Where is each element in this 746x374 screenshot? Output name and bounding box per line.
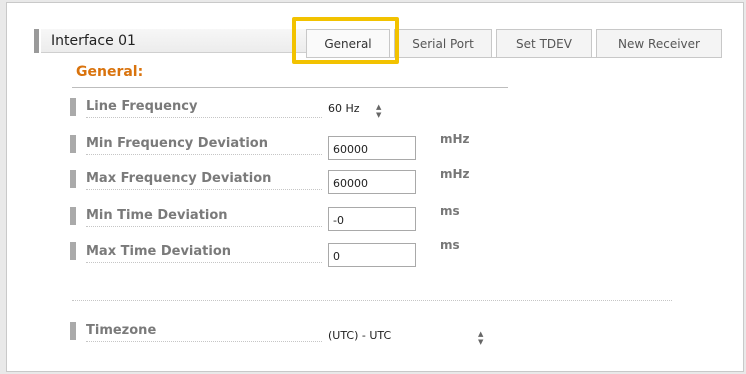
min-time-deviation-unit: ms [440,204,460,218]
interface-title: Interface 01 [41,29,306,53]
timezone-label: Timezone [86,323,322,342]
max-time-deviation-input[interactable]: 0 [328,243,416,267]
timezone-select[interactable]: (UTC) - UTC ▲ ▼ [328,329,483,349]
tab-set-tdev[interactable]: Set TDEV [496,29,592,57]
row-marker [70,135,76,153]
tab-serial-port[interactable]: Serial Port [394,29,492,57]
tab-new-receiver[interactable]: New Receiver [596,29,722,57]
row-marker [70,322,76,340]
min-frequency-deviation-unit: mHz [440,132,470,146]
general-tab-highlight [292,17,399,64]
min-time-deviation-label: Min Time Deviation [86,208,322,227]
max-frequency-deviation-unit: mHz [440,167,470,181]
up-down-arrows-icon[interactable]: ▲ ▼ [478,330,483,346]
line-frequency-value: 60 Hz [328,102,360,115]
row-marker [70,242,76,260]
line-frequency-label: Line Frequency [86,99,322,118]
min-frequency-deviation-input[interactable]: 60000 [328,136,416,160]
row-marker [70,98,76,116]
max-frequency-deviation-input[interactable]: 60000 [328,170,416,194]
max-time-deviation-label: Max Time Deviation [86,244,322,263]
row-marker [70,170,76,188]
interface-title-marker [34,29,39,53]
row-marker [70,207,76,225]
max-time-deviation-unit: ms [440,238,460,252]
section-separator [72,300,672,301]
max-frequency-deviation-label: Max Frequency Deviation [86,171,322,190]
line-frequency-select[interactable]: 60 Hz ▲ ▼ [328,102,381,122]
min-time-deviation-input[interactable]: -0 [328,207,416,231]
section-title: General: [76,64,144,80]
up-down-arrows-icon[interactable]: ▲ ▼ [376,103,381,119]
min-frequency-deviation-label: Min Frequency Deviation [86,136,322,155]
section-divider [72,87,508,88]
timezone-value: (UTC) - UTC [328,329,392,342]
